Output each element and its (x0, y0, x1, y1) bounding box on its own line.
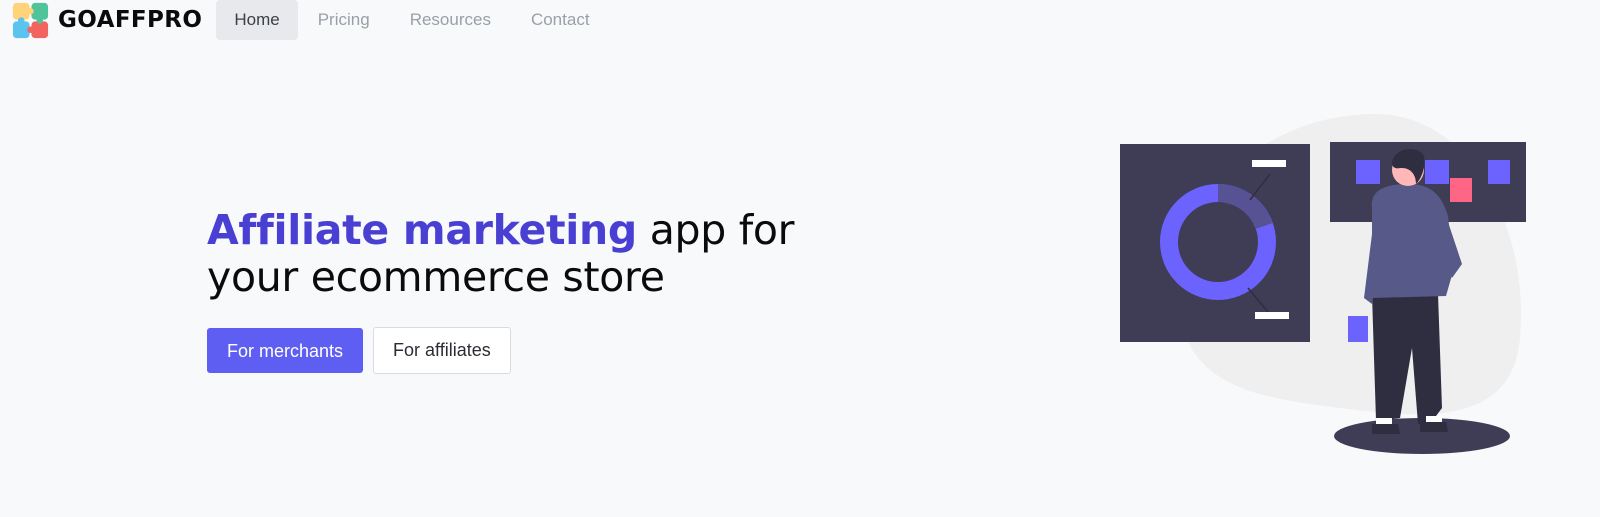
top-navigation: GOAFFPRO Home Pricing Resources Contact (0, 0, 1600, 40)
nav-menu: Home Pricing Resources Contact (216, 0, 609, 40)
headline-line2: your ecommerce store (207, 253, 665, 301)
hero-text: Affiliate marketing app for your ecommer… (207, 206, 795, 301)
nav-item-resources[interactable]: Resources (390, 0, 511, 40)
headline-accent: Affiliate marketing (207, 206, 637, 254)
headline-line1-rest: app for (637, 206, 795, 254)
nav-item-home[interactable]: Home (216, 0, 298, 40)
puzzle-logo-icon (12, 2, 49, 38)
hero-headline: Affiliate marketing app for your ecommer… (207, 206, 795, 301)
hero-illustration (1120, 113, 1526, 454)
nav-item-pricing[interactable]: Pricing (298, 0, 390, 40)
for-affiliates-button[interactable]: For affiliates (373, 327, 511, 374)
brand-logo[interactable]: GOAFFPRO (12, 0, 202, 40)
for-merchants-button[interactable]: For merchants (207, 328, 364, 373)
brand-name: GOAFFPRO (58, 7, 203, 33)
donut-chart-panel (1120, 144, 1310, 342)
hero-cta-row: For merchants For affiliates (207, 327, 511, 374)
nav-item-contact[interactable]: Contact (511, 0, 610, 40)
